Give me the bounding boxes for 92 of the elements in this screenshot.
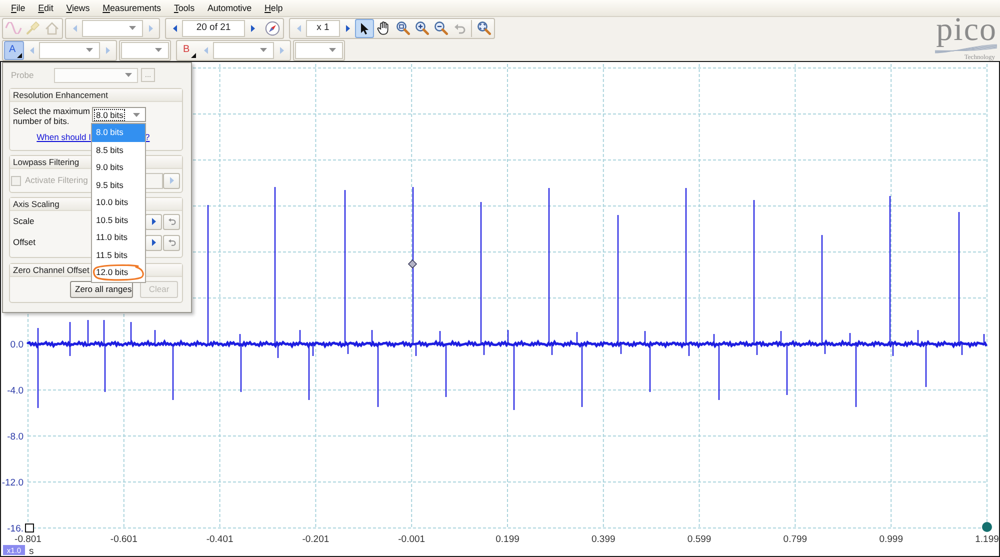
caret-icon [129, 26, 136, 30]
probe-label: Probe [11, 68, 34, 82]
square-handle-icon [25, 524, 34, 532]
menu-item[interactable]: Views [61, 2, 95, 14]
row-label: Offset [13, 236, 36, 249]
home-icon [44, 22, 58, 34]
probe-dropdown[interactable] [54, 68, 138, 82]
help-link[interactable]: When should I [36, 133, 91, 142]
reset-icon [168, 239, 176, 246]
reset-icon [168, 218, 176, 225]
corner-triangle-icon [191, 52, 196, 58]
compass-button[interactable] [263, 18, 282, 38]
prompt-text: Select the maximum number of bits. [13, 107, 91, 126]
right-triangle-icon [280, 46, 284, 54]
dropdown-option[interactable]: 11.0 bits [92, 229, 145, 246]
value-field[interactable]: x 1 [306, 20, 340, 36]
x-axis-label: 0.599 [687, 534, 712, 545]
value-field[interactable]: 20 of 21 [182, 20, 245, 36]
reset-button[interactable] [163, 234, 180, 250]
menu-item[interactable]: File [6, 2, 30, 14]
right-triangle-icon [152, 218, 156, 225]
caret-icon [155, 48, 162, 52]
x-axis-label: 0.399 [592, 534, 616, 545]
filter-field[interactable] [146, 172, 163, 188]
x-axis-label: 0.799 [783, 534, 808, 545]
probe-icon [26, 21, 40, 35]
zoom-in-icon [414, 21, 428, 35]
zoom-fit-icon [476, 21, 490, 35]
dropdown-field[interactable] [39, 42, 100, 58]
dropdown-option[interactable]: 11.5 bits [92, 246, 145, 264]
hand-icon [377, 21, 390, 35]
x-axis-label: 0.199 [496, 534, 520, 545]
y-axis-label: 0.0 [10, 340, 24, 350]
caret-icon [260, 48, 267, 52]
caret-icon [329, 48, 336, 52]
left-triangle-icon [172, 24, 176, 32]
dropdown-field[interactable] [213, 42, 274, 58]
menu-item[interactable]: Help [260, 2, 288, 14]
zoom-out-icon [434, 21, 448, 35]
x-axis-label: -0.401 [206, 534, 234, 545]
caret-icon [133, 112, 140, 116]
y-axis-label: -12.0 [2, 478, 24, 488]
menu-item[interactable]: Measurements [98, 2, 166, 14]
row-label: Scale [13, 215, 34, 228]
wave-icon [5, 22, 22, 34]
next-button[interactable] [145, 214, 162, 230]
corner-triangle-icon [17, 52, 22, 58]
section-title: Resolution Enhancement [10, 89, 182, 102]
dropdown-option[interactable]: 10.5 bits [92, 212, 145, 229]
right-triangle-icon [250, 24, 254, 32]
dropdown-option[interactable]: 8.5 bits [92, 142, 145, 159]
left-triangle-icon [72, 24, 76, 32]
tool-button[interactable] [355, 18, 374, 38]
menu-item[interactable]: Edit [33, 2, 58, 14]
right-triangle-icon [152, 239, 156, 246]
bits-dropdown[interactable]: 8.0 bits [92, 107, 146, 122]
x-axis-label: -0.001 [398, 534, 426, 545]
pointer-icon [360, 22, 369, 34]
compass-icon [265, 20, 280, 36]
right-triangle-icon [148, 24, 152, 32]
x-axis-label: -0.801 [14, 534, 42, 545]
left-triangle-icon [296, 24, 300, 32]
checkbox-label: Activate Filtering [25, 174, 88, 187]
menu-item[interactable]: Tools [168, 2, 200, 14]
menu-item[interactable]: Automotive [202, 2, 257, 14]
magnifier-icon [396, 21, 410, 35]
x-axis-label: 1.199 [975, 534, 999, 545]
dropdown-field[interactable] [82, 20, 143, 36]
caret-icon [86, 48, 93, 52]
reset-button[interactable] [163, 214, 180, 230]
caret-icon [125, 73, 132, 77]
y-axis-label: -4.0 [7, 386, 24, 396]
next-button[interactable] [145, 234, 162, 250]
action-button[interactable]: Zero all ranges [70, 281, 133, 298]
y-axis-label: -8.0 [7, 432, 24, 442]
dropdown-option[interactable]: 9.5 bits [92, 176, 145, 194]
right-triangle-icon [346, 24, 350, 32]
round-handle-icon [982, 522, 992, 532]
dropdown-option[interactable]: 12.0 bits [92, 264, 145, 282]
undo-icon [454, 22, 466, 34]
x-axis-label: -0.201 [302, 534, 330, 545]
right-triangle-icon [106, 46, 110, 54]
channel-button[interactable]: B [178, 40, 198, 60]
left-triangle-icon [30, 46, 34, 54]
diamond-marker-icon [408, 259, 418, 269]
x-axis-label: -0.601 [110, 534, 138, 545]
x-axis-unit: s [29, 546, 34, 556]
channel-button[interactable]: A [4, 40, 24, 60]
y-axis-label: -16. [7, 524, 24, 534]
left-triangle-icon [204, 46, 208, 54]
right-triangle-icon [170, 177, 174, 184]
x-axis-label: 0.999 [879, 534, 903, 545]
